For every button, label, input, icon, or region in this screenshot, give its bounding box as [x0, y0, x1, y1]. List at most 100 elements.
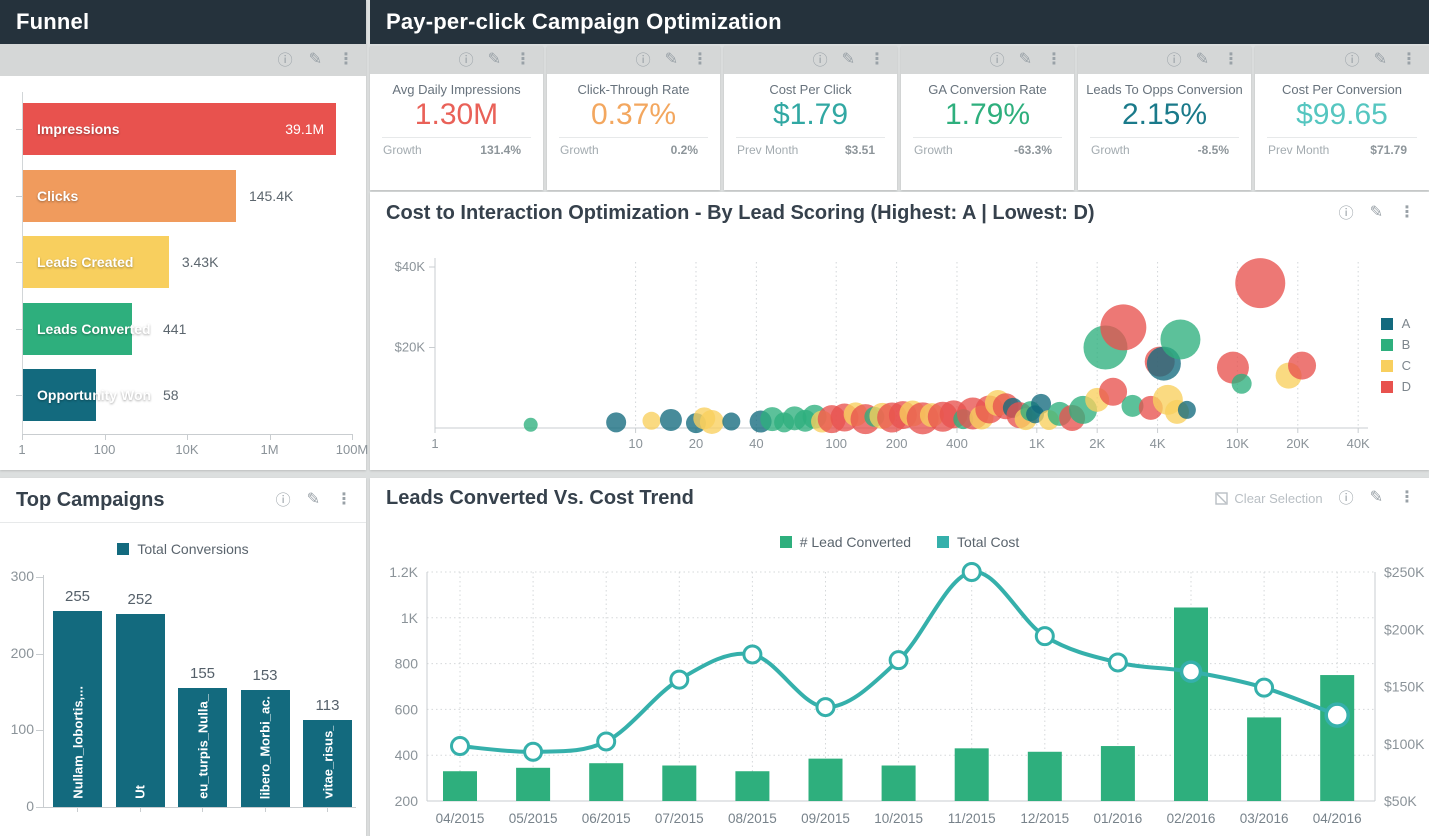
lead-converted-bar[interactable] — [882, 766, 916, 801]
kebab-menu-icon[interactable]: ⋮ — [1401, 52, 1417, 68]
kebab-menu-icon[interactable]: ⋮ — [1046, 52, 1062, 68]
bubble-score-C[interactable] — [642, 412, 660, 430]
line-marker[interactable] — [817, 699, 834, 716]
info-icon[interactable]: ⓘ — [278, 53, 293, 68]
campaign-bar[interactable]: Ut — [116, 614, 165, 807]
axis-tick — [265, 807, 266, 812]
edit-icon[interactable]: ✎ — [1196, 52, 1209, 68]
line-marker[interactable] — [963, 564, 980, 581]
line-marker[interactable] — [1256, 679, 1273, 696]
funnel-bar-leads-created[interactable]: Leads Created — [23, 236, 169, 288]
campaigns-legend[interactable]: Total Conversions — [0, 541, 366, 557]
info-icon[interactable]: ⓘ — [1167, 53, 1182, 68]
legend-item-D[interactable]: D — [1381, 379, 1411, 394]
legend-item-total-cost[interactable]: Total Cost — [937, 534, 1019, 550]
edit-icon[interactable]: ✎ — [488, 52, 501, 68]
kpi-footer-value: 0.2% — [671, 143, 698, 157]
bubble-score-D[interactable] — [1235, 258, 1285, 308]
kebab-menu-icon[interactable]: ⋮ — [338, 52, 354, 68]
info-icon[interactable]: ⓘ — [459, 53, 474, 68]
clear-selection-button[interactable]: Clear Selection — [1215, 491, 1322, 506]
edit-icon[interactable]: ✎ — [842, 52, 855, 68]
info-icon[interactable]: ⓘ — [1345, 53, 1360, 68]
edit-icon[interactable]: ✎ — [1370, 490, 1383, 506]
info-icon[interactable]: ⓘ — [1339, 491, 1354, 506]
line-marker[interactable] — [1109, 654, 1126, 671]
line-marker[interactable] — [598, 733, 615, 750]
legend-item--lead-converted[interactable]: # Lead Converted — [780, 534, 911, 550]
bubble-score-A[interactable] — [722, 413, 740, 431]
edit-icon[interactable]: ✎ — [1374, 52, 1387, 68]
line-marker[interactable] — [1326, 704, 1348, 726]
bubble-score-B[interactable] — [1160, 319, 1200, 359]
axis-label: 100 — [6, 721, 34, 737]
lead-converted-bar[interactable] — [1320, 675, 1354, 801]
line-marker[interactable] — [525, 743, 542, 760]
axis-label: 1K — [1029, 436, 1045, 451]
lead-converted-bar[interactable] — [1028, 752, 1062, 801]
axis-label: 1K — [401, 610, 419, 626]
axis-label-month: 01/2016 — [1093, 811, 1142, 826]
line-marker[interactable] — [452, 738, 469, 755]
funnel-bar-value: 39.1M — [258, 121, 324, 137]
lead-converted-bar[interactable] — [443, 771, 477, 801]
kpi-label: GA Conversion Rate — [901, 82, 1074, 97]
campaign-bar[interactable]: eu_turpis_Nulla_... — [178, 688, 227, 807]
campaign-bar[interactable]: vitae_risus_p... — [303, 720, 352, 807]
edit-icon[interactable]: ✎ — [1370, 205, 1383, 221]
axis-label: $250K — [1384, 564, 1425, 580]
edit-icon[interactable]: ✎ — [309, 52, 322, 68]
legend-label: B — [1402, 337, 1411, 352]
lead-converted-bar[interactable] — [735, 771, 769, 801]
axis-tick — [16, 196, 22, 197]
bubble-score-B[interactable] — [1232, 374, 1252, 394]
legend-item-B[interactable]: B — [1381, 337, 1411, 352]
lead-converted-bar[interactable] — [589, 763, 623, 801]
lead-converted-bar[interactable] — [955, 748, 989, 801]
bubble-score-A[interactable] — [1178, 401, 1196, 419]
info-icon[interactable]: ⓘ — [276, 493, 291, 508]
kebab-menu-icon[interactable]: ⋮ — [869, 52, 885, 68]
campaign-bar-value: 113 — [303, 697, 352, 714]
bubble-score-C[interactable] — [700, 410, 724, 434]
line-marker[interactable] — [744, 646, 761, 663]
bubble-score-B[interactable] — [524, 418, 538, 432]
kebab-menu-icon[interactable]: ⋮ — [1399, 490, 1415, 506]
campaign-bar[interactable]: Nullam_lobortis,... — [53, 611, 102, 807]
line-marker[interactable] — [1182, 662, 1201, 681]
campaign-bar[interactable]: libero_Morbi_ac... — [241, 690, 290, 807]
kebab-menu-icon[interactable]: ⋮ — [515, 52, 531, 68]
axis-label: 0 — [6, 798, 34, 814]
line-marker[interactable] — [890, 652, 907, 669]
kebab-menu-icon[interactable]: ⋮ — [692, 52, 708, 68]
kpi-value: 1.30M — [370, 98, 543, 132]
info-icon[interactable]: ⓘ — [990, 53, 1005, 68]
lead-converted-bar[interactable] — [1101, 746, 1135, 801]
edit-icon[interactable]: ✎ — [665, 52, 678, 68]
legend-item-A[interactable]: A — [1381, 316, 1411, 331]
funnel-bar-opportunity-won[interactable]: Opportunity Won — [23, 369, 96, 421]
funnel-bar-clicks[interactable]: Clicks — [23, 170, 236, 222]
funnel-bar-leads-converted[interactable]: Leads Converted — [23, 303, 132, 355]
info-icon[interactable]: ⓘ — [813, 53, 828, 68]
line-marker[interactable] — [671, 671, 688, 688]
lead-converted-bar[interactable] — [662, 766, 696, 801]
info-icon[interactable]: ⓘ — [636, 53, 651, 68]
lead-converted-bar[interactable] — [516, 768, 550, 801]
lead-converted-bar[interactable] — [1174, 607, 1208, 801]
line-marker[interactable] — [1036, 628, 1053, 645]
legend-item-C[interactable]: C — [1381, 358, 1411, 373]
bubble-score-A[interactable] — [606, 412, 626, 432]
kebab-menu-icon[interactable]: ⋮ — [1223, 52, 1239, 68]
edit-icon[interactable]: ✎ — [1019, 52, 1032, 68]
kebab-menu-icon[interactable]: ⋮ — [1399, 205, 1415, 221]
lead-converted-bar[interactable] — [1247, 717, 1281, 801]
edit-icon[interactable]: ✎ — [307, 492, 320, 508]
bubble-score-D[interactable] — [1288, 352, 1316, 380]
bubble-score-A[interactable] — [660, 409, 682, 431]
lead-converted-bar[interactable] — [809, 759, 843, 801]
bubble-score-D[interactable] — [1100, 304, 1146, 350]
info-icon[interactable]: ⓘ — [1339, 206, 1354, 221]
clear-selection-icon — [1215, 492, 1228, 505]
kebab-menu-icon[interactable]: ⋮ — [336, 492, 352, 508]
